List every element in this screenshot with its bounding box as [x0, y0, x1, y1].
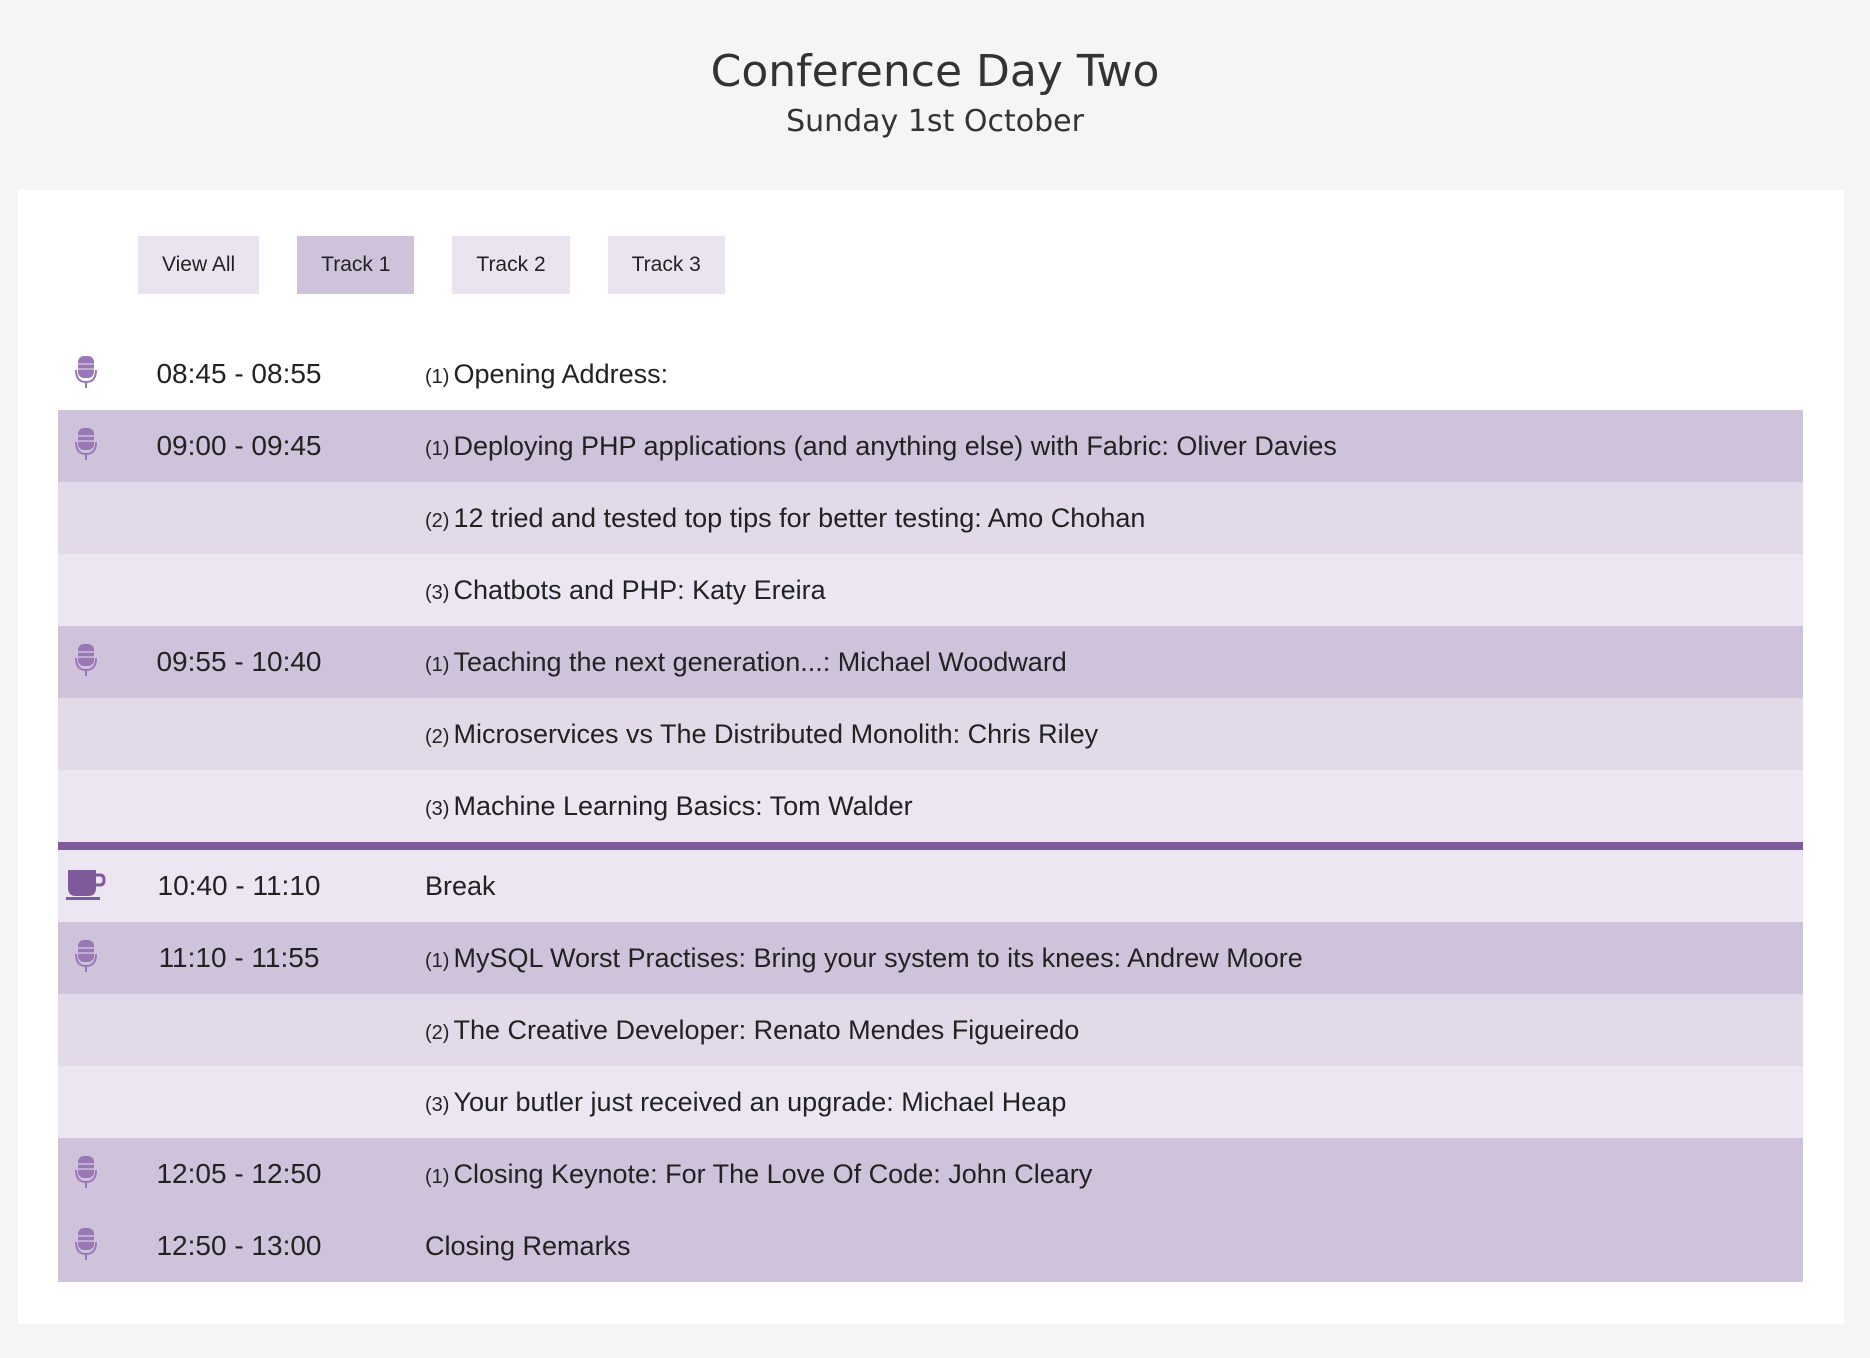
session-title: Your butler just received an upgrade: Mi…	[453, 1086, 1067, 1117]
session-title-cell: (2) Microservices vs The Distributed Mono…	[364, 719, 1098, 750]
session-title: Teaching the next generation...: Michael…	[453, 646, 1067, 677]
session-title-cell: (3) Machine Learning Basics: Tom Walder	[364, 791, 913, 822]
page-subtitle: Sunday 1st October	[786, 104, 1084, 139]
session-time: 09:55 - 10:40	[156, 646, 322, 677]
schedule-row: (2) 12 tried and tested top tips for bett…	[58, 482, 1803, 554]
schedule-row: (3) Machine Learning Basics: Tom Walder	[58, 770, 1803, 842]
session-time: 12:05 - 12:50	[156, 1158, 322, 1189]
microphone-icon	[75, 939, 97, 977]
schedule-row-break: 10:40 - 11:10 Break	[58, 842, 1803, 922]
session-time: 11:10 - 11:55	[158, 942, 320, 973]
track-number: (1)	[425, 949, 450, 972]
session-time: 08:45 - 08:55	[156, 358, 322, 389]
session-title-cell: (1) Teaching the next generation...: Mich…	[364, 647, 1067, 678]
session-title-cell: (2) 12 tried and tested top tips for bett…	[364, 503, 1145, 534]
filter-track-2-button[interactable]: Track 2	[452, 236, 570, 294]
session-time: 12:50 - 13:00	[156, 1230, 322, 1261]
session-title-cell: (1) Deploying PHP applications (and anyth…	[364, 431, 1337, 462]
track-number: (1)	[425, 1165, 450, 1188]
schedule-panel: View All Track 1 Track 2 Track 3 08:45 -…	[18, 190, 1844, 1324]
session-title: Chatbots and PHP: Katy Ereira	[453, 574, 826, 605]
schedule-row: (3) Your butler just received an upgrade:…	[58, 1066, 1803, 1138]
session-title: Closing Keynote: For The Love Of Code: J…	[453, 1158, 1093, 1189]
microphone-icon	[75, 355, 97, 393]
filter-track-1-button[interactable]: Track 1	[297, 236, 415, 294]
microphone-icon	[75, 427, 97, 465]
row-icon-cell	[58, 355, 114, 393]
microphone-icon	[75, 1227, 97, 1265]
track-number: (2)	[425, 509, 450, 532]
filter-view-all-button[interactable]: View All	[138, 236, 260, 294]
session-title: Microservices vs The Distributed Monolit…	[453, 718, 1099, 749]
session-title-cell: Break	[364, 871, 496, 902]
track-number: (3)	[425, 797, 450, 820]
session-time: 09:00 - 09:45	[156, 430, 322, 461]
schedule-row: 12:50 - 13:00 Closing Remarks	[58, 1210, 1803, 1282]
row-icon-cell	[58, 1227, 114, 1265]
microphone-icon	[75, 643, 97, 681]
row-icon-cell	[58, 939, 114, 977]
schedule-row: 09:55 - 10:40 (1) Teaching the next genera…	[58, 626, 1803, 698]
track-filter-bar: View All Track 1 Track 2 Track 3	[138, 236, 725, 294]
row-icon-cell	[58, 1155, 114, 1193]
schedule-row: (3) Chatbots and PHP: Katy Ereira	[58, 554, 1803, 626]
session-title-cell: (1) Closing Keynote: For The Love Of Code…	[364, 1159, 1092, 1190]
schedule-row: (2) The Creative Developer: Renato Mendes…	[58, 994, 1803, 1066]
session-title: Deploying PHP applications (and anything…	[453, 430, 1337, 461]
row-icon-cell	[58, 868, 114, 905]
session-title: Opening Address:	[453, 358, 669, 389]
break-label: Break	[425, 870, 496, 901]
track-number: (2)	[425, 1021, 450, 1044]
coffee-cup-icon	[66, 868, 106, 905]
schedule-row: 09:00 - 09:45 (1) Deploying PHP applicatio…	[58, 410, 1803, 482]
session-title-cell: (3) Your butler just received an upgrade:…	[364, 1087, 1066, 1118]
session-title: The Creative Developer: Renato Mendes Fi…	[453, 1014, 1080, 1045]
schedule-table: 08:45 - 08:55 (1) Opening Address: 09:00 - …	[58, 338, 1803, 1282]
session-title: MySQL Worst Practises: Bring your system…	[453, 942, 1303, 973]
track-number: (2)	[425, 725, 450, 748]
session-title: Closing Remarks	[425, 1230, 631, 1261]
schedule-row: 12:05 - 12:50 (1) Closing Keynote: For The…	[58, 1138, 1803, 1210]
row-icon-cell	[58, 643, 114, 681]
session-title: 12 tried and tested top tips for better …	[453, 502, 1146, 533]
session-time: 10:40 - 11:10	[157, 870, 321, 901]
page-title: Conference Day Two	[710, 46, 1160, 97]
session-title-cell: (2) The Creative Developer: Renato Mendes…	[364, 1015, 1079, 1046]
track-number: (1)	[425, 365, 450, 388]
session-title: Machine Learning Basics: Tom Walder	[453, 790, 913, 821]
track-number: (1)	[425, 437, 450, 460]
session-title-cell: (3) Chatbots and PHP: Katy Ereira	[364, 575, 826, 606]
session-title-cell: (1) MySQL Worst Practises: Bring your sys…	[364, 943, 1303, 974]
schedule-row: 11:10 - 11:55 (1) MySQL Worst Practises: B…	[58, 922, 1803, 994]
schedule-row: (2) Microservices vs The Distributed Mono…	[58, 698, 1803, 770]
track-number: (1)	[425, 653, 450, 676]
microphone-icon	[75, 1155, 97, 1193]
schedule-row: 08:45 - 08:55 (1) Opening Address:	[58, 338, 1803, 410]
track-number: (3)	[425, 1093, 450, 1116]
row-icon-cell	[58, 427, 114, 465]
filter-track-3-button[interactable]: Track 3	[607, 236, 725, 294]
page-header: Conference Day Two Sunday 1st October	[0, 0, 1870, 146]
session-title-cell: (1) Opening Address:	[364, 359, 668, 390]
session-title-cell: Closing Remarks	[364, 1231, 631, 1262]
track-number: (3)	[425, 581, 450, 604]
